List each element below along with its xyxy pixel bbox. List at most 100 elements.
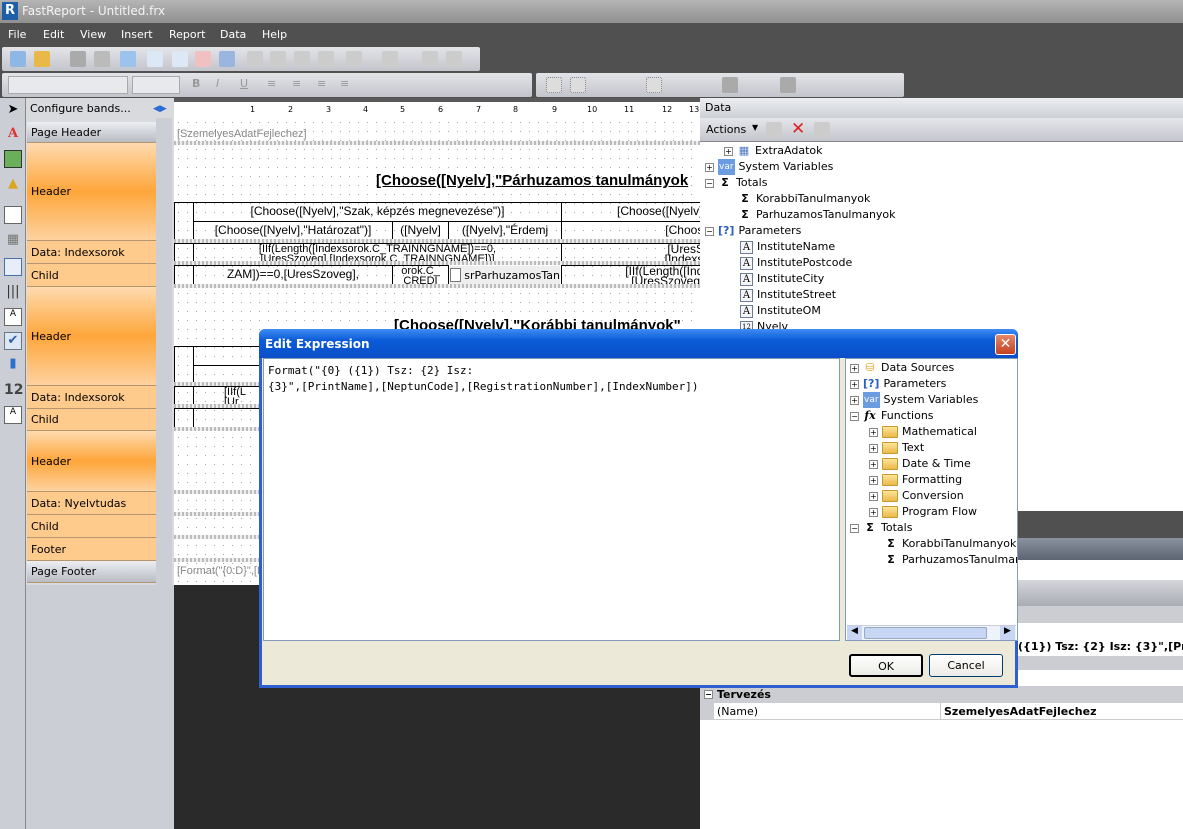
horizontal-scrollbar[interactable]: ◀ ▶ [847, 625, 1016, 640]
border-none-icon[interactable] [570, 77, 586, 93]
checkbox-icon[interactable]: ✔ [4, 332, 22, 350]
collapse-icon[interactable]: − [705, 178, 714, 188]
tree-item[interactable]: Σ KorabbiTanulmanyok [884, 536, 1016, 552]
tree-item[interactable]: A InstituteName [740, 239, 835, 255]
table-cell[interactable]: ZAM])==0,[UresSzoveg], [193, 265, 393, 285]
border-top-icon[interactable] [646, 77, 662, 93]
table-cell[interactable]: [Choose [561, 221, 700, 241]
band-child[interactable]: Child [27, 264, 171, 287]
bold-icon[interactable]: B [192, 77, 200, 90]
cancel-button[interactable]: Cancel [929, 654, 1003, 677]
table-cell[interactable]: [IIf(Length([Inde[UresSzoveg],[ [561, 265, 700, 285]
fill-color-icon[interactable] [722, 77, 738, 93]
picture-icon[interactable] [4, 150, 22, 168]
expand-icon[interactable]: + [850, 395, 859, 405]
ok-button[interactable]: OK [849, 654, 923, 677]
page-footer-text[interactable]: [Format("{0:D}",[D [177, 565, 265, 577]
tree-item[interactable]: + Text [869, 440, 924, 456]
band-data-indexsorok[interactable]: Data: Indexsorok [27, 241, 171, 264]
font-name-select[interactable] [8, 76, 128, 94]
text-object-icon[interactable]: A [4, 126, 22, 144]
cellular-text-icon[interactable]: A [4, 406, 22, 424]
expression-property-value[interactable]: ({1}) Tsz: {2} Isz: {3}",[Prin [1018, 640, 1183, 653]
delete-page-icon[interactable] [195, 51, 211, 67]
tree-item[interactable]: + Formatting [869, 472, 962, 488]
scroll-right-icon[interactable]: ▶ [1000, 626, 1015, 640]
matrix-icon[interactable] [4, 258, 22, 276]
expand-icon[interactable]: + [850, 363, 859, 373]
collapse-icon[interactable]: − [705, 226, 714, 236]
expand-icon[interactable]: + [869, 507, 878, 517]
tree-item[interactable]: + Conversion [869, 488, 964, 504]
view-icon[interactable] [814, 122, 830, 138]
subreport-object[interactable]: srParhuzamosTan [450, 266, 560, 284]
line-color-icon[interactable] [780, 77, 796, 93]
undo-icon[interactable] [346, 51, 362, 67]
property-value[interactable]: SzemelyesAdatFejlechez [944, 705, 1096, 718]
tree-item[interactable]: + Date & Time [869, 456, 971, 472]
band-header[interactable]: Header [27, 431, 171, 492]
align-center-icon[interactable]: ≡ [292, 77, 301, 90]
tree-item[interactable]: + ⛁ Data Sources [850, 360, 954, 376]
collapse-icon[interactable]: − [850, 411, 859, 421]
menu-data[interactable]: Data [220, 28, 246, 41]
property-row[interactable]: (Name) SzemelyesAdatFejlechez [700, 703, 1183, 720]
menu-view[interactable]: View [80, 28, 106, 41]
page-header-text[interactable]: [SzemelyesAdatFejlechez] [177, 128, 307, 140]
collapse-icon[interactable]: − [850, 523, 859, 533]
tree-item[interactable]: A InstituteCity [740, 271, 824, 287]
expand-icon[interactable]: + [869, 475, 878, 485]
tree-item[interactable]: − Σ Totals [705, 175, 767, 191]
band-header[interactable]: Header [27, 287, 171, 386]
barcode-icon[interactable]: ||| [4, 284, 22, 302]
band-data-indexsorok[interactable]: Data: Indexsorok [27, 386, 171, 409]
copy-icon[interactable] [270, 51, 286, 67]
new-page-icon[interactable] [147, 51, 163, 67]
tree-item[interactable]: + Mathematical [869, 424, 977, 440]
tree-item[interactable]: + var System Variables [705, 159, 833, 175]
band-data-nyelvtudas[interactable]: Data: Nyelvtudas [27, 492, 171, 515]
expand-icon[interactable]: + [869, 491, 878, 501]
expression-textarea[interactable]: Format("{0} ({1}) Tsz: {2} Isz: {3}",[Pr… [263, 358, 840, 641]
pointer-icon[interactable]: ➤ [4, 102, 22, 120]
band-page-footer[interactable]: Page Footer [27, 561, 171, 583]
tree-item[interactable]: + ▦ ExtraAdatok [724, 143, 823, 159]
justify-icon[interactable]: ≡ [340, 77, 349, 90]
align-right-icon[interactable]: ≡ [317, 77, 326, 90]
cut-icon[interactable] [247, 51, 263, 67]
tree-item[interactable]: − Σ Totals [850, 520, 912, 536]
band-child[interactable]: Child [27, 409, 171, 431]
tree-item[interactable]: A InstituteOM [740, 303, 821, 319]
subreport-icon[interactable] [4, 206, 22, 224]
shape-icon[interactable]: ▲ [4, 176, 22, 194]
expand-icon[interactable]: + [724, 146, 733, 156]
tree-item[interactable]: A InstitutePostcode [740, 255, 852, 271]
menu-help[interactable]: Help [262, 28, 287, 41]
underline-icon[interactable]: U [240, 77, 248, 90]
table-cell[interactable]: [Choose([Nyelv],"Szak, képzés megnevezés… [193, 202, 562, 222]
edit-icon[interactable] [766, 122, 782, 138]
tree-item[interactable]: Σ ParhuzamosTanulmanyok [738, 207, 895, 223]
chevron-down-icon[interactable]: ▼ [752, 123, 758, 132]
tree-item[interactable]: − fx Functions [850, 408, 934, 424]
section-title[interactable]: [Choose([Nyelv],"Párhuzamos tanulmányok [376, 172, 688, 189]
new-dialog-icon[interactable] [172, 51, 188, 67]
format-painter-icon[interactable] [318, 51, 334, 67]
table-cell[interactable]: [Choose([Nyelv],"Határozat")] [193, 221, 393, 241]
tree-item[interactable]: Σ ParhuzamosTanulmanyok [884, 552, 1017, 568]
save-all-icon[interactable] [94, 51, 110, 67]
ungroup-icon[interactable] [446, 51, 462, 67]
expand-icon[interactable]: + [869, 443, 878, 453]
tree-item[interactable]: − [?] Parameters [705, 223, 801, 239]
tree-item[interactable]: Σ KorabbiTanulmanyok [738, 191, 870, 207]
property-category[interactable]: − Tervezés [700, 686, 1183, 703]
delete-icon[interactable]: ✕ [791, 119, 805, 139]
table-icon[interactable]: ▦ [4, 232, 22, 250]
italic-icon[interactable]: I [216, 77, 219, 90]
menu-report[interactable]: Report [169, 28, 205, 41]
close-icon[interactable]: ✕ [995, 334, 1016, 355]
band-header[interactable]: Header [27, 143, 171, 241]
group-icon[interactable] [422, 51, 438, 67]
menu-file[interactable]: File [8, 28, 26, 41]
page-setup-icon[interactable] [219, 51, 235, 67]
